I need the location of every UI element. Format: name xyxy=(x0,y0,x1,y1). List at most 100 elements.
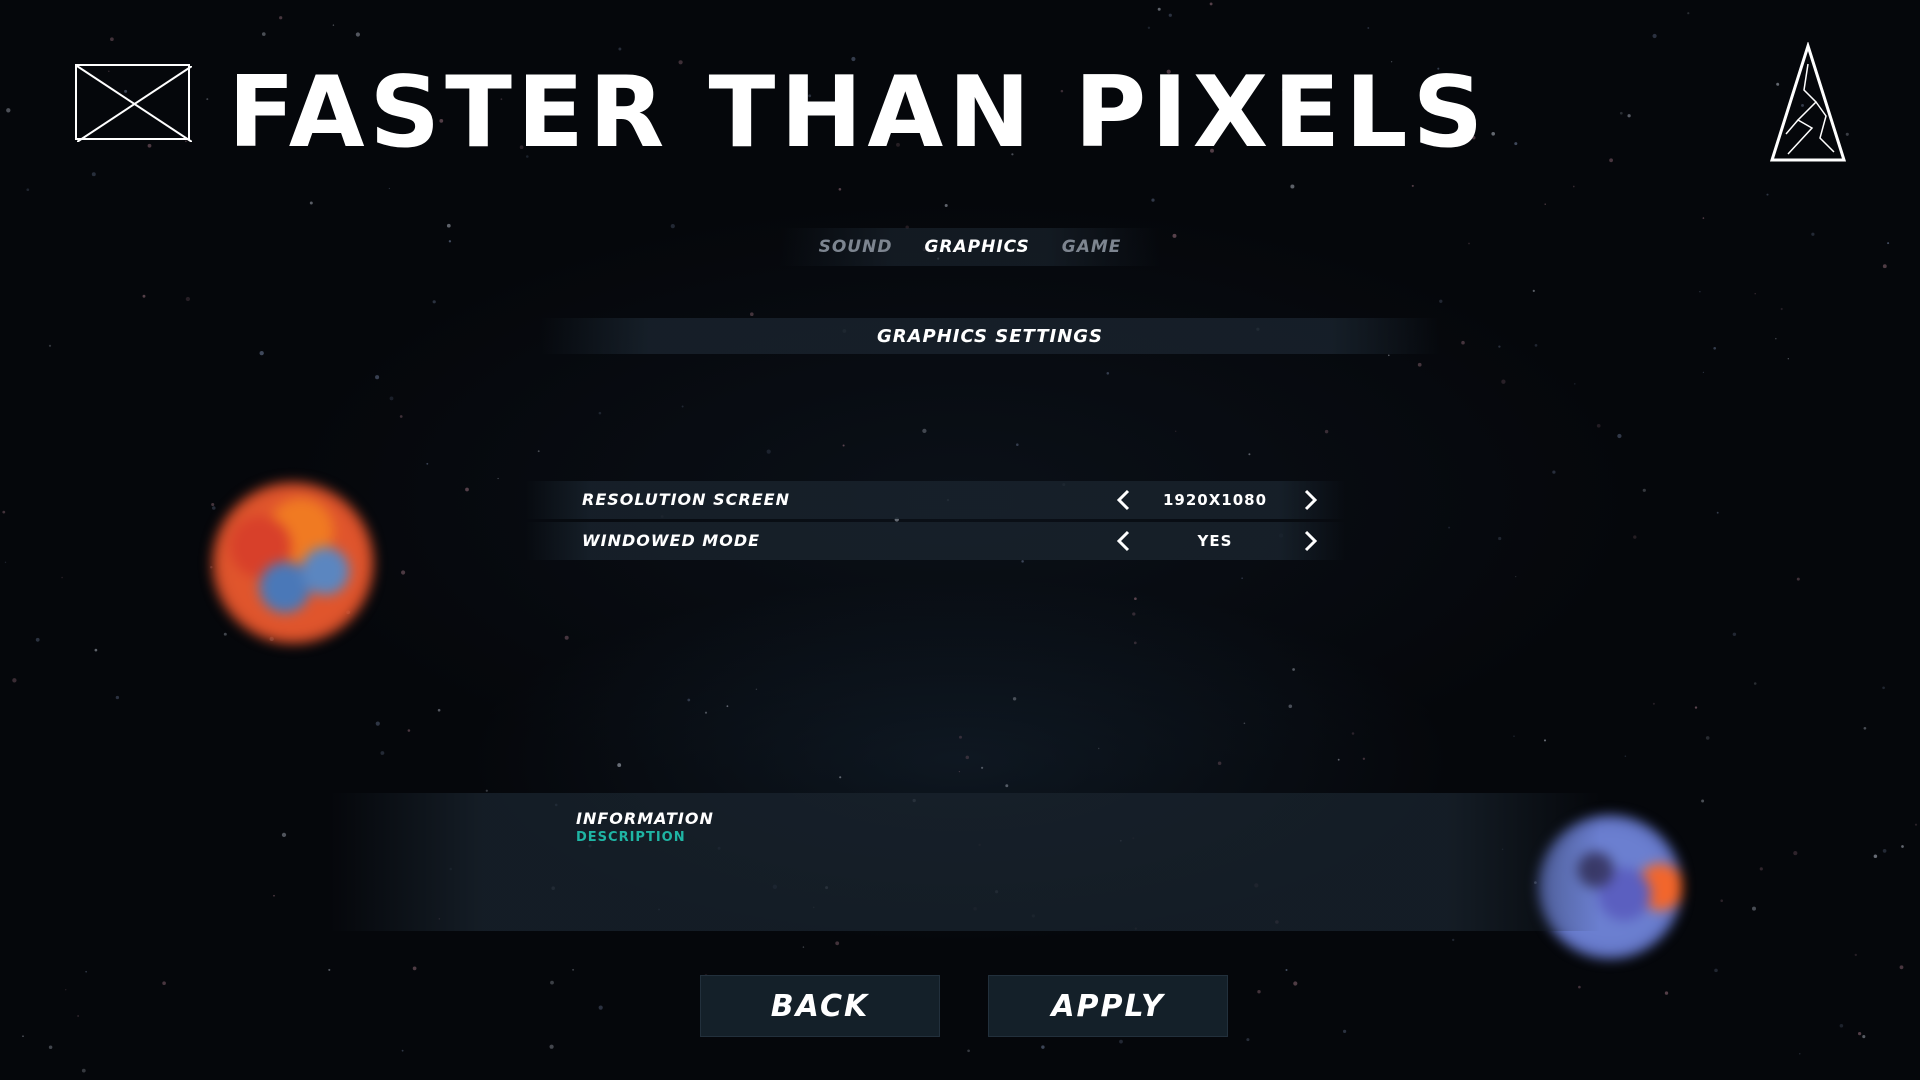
star xyxy=(1119,1039,1123,1044)
star xyxy=(944,203,948,208)
star xyxy=(1041,1045,1045,1049)
star xyxy=(1759,867,1763,871)
star xyxy=(1882,849,1887,853)
tab-game[interactable]: GAME xyxy=(1046,237,1138,257)
star xyxy=(1209,2,1213,6)
star xyxy=(1873,854,1878,858)
star xyxy=(1702,371,1705,374)
star xyxy=(1914,823,1918,826)
star xyxy=(1134,597,1137,601)
star xyxy=(1097,747,1100,750)
star xyxy=(1705,736,1710,740)
star xyxy=(1753,682,1757,685)
star xyxy=(564,635,569,640)
star xyxy=(1217,761,1222,766)
star xyxy=(1468,242,1470,245)
star xyxy=(1775,337,1777,340)
star xyxy=(1652,702,1655,705)
star xyxy=(1246,1038,1250,1042)
star xyxy=(549,1044,554,1049)
star xyxy=(838,187,842,191)
star xyxy=(1780,307,1783,311)
chevron-right-icon[interactable] xyxy=(1297,529,1321,553)
star xyxy=(1172,233,1177,238)
star xyxy=(375,721,380,726)
star xyxy=(1417,362,1422,367)
chevron-left-icon[interactable] xyxy=(1113,488,1137,512)
star xyxy=(1288,704,1293,709)
star xyxy=(1572,185,1575,188)
star xyxy=(1882,686,1885,690)
star xyxy=(1515,575,1517,578)
star xyxy=(61,576,63,579)
star xyxy=(1578,985,1581,989)
star xyxy=(1544,203,1546,205)
star xyxy=(1498,345,1501,348)
star xyxy=(1701,799,1705,803)
information-title: INFORMATION xyxy=(576,809,714,828)
setting-value: 1920X1080 xyxy=(1162,491,1268,509)
star xyxy=(115,695,120,700)
star xyxy=(1862,1035,1866,1039)
star xyxy=(64,988,67,991)
star xyxy=(412,966,417,971)
star xyxy=(388,187,391,190)
star xyxy=(206,98,209,101)
tab-sound[interactable]: SOUND xyxy=(803,237,909,257)
star xyxy=(839,776,842,779)
star xyxy=(1439,299,1443,303)
star xyxy=(1716,511,1719,514)
settings-tabs: SOUND GRAPHICS GAME xyxy=(780,228,1160,266)
star xyxy=(835,941,840,946)
star xyxy=(261,32,266,36)
star xyxy=(1752,906,1756,911)
star xyxy=(726,705,729,708)
chevron-left-icon[interactable] xyxy=(1113,529,1137,553)
star xyxy=(1754,292,1756,295)
star xyxy=(12,678,17,683)
star xyxy=(375,375,380,380)
star xyxy=(94,648,98,652)
game-title: FASTER THAN PIXELS xyxy=(228,56,1489,170)
star xyxy=(1811,232,1815,236)
setting-label: WINDOWED MODE xyxy=(582,531,761,550)
star xyxy=(211,502,215,507)
tab-graphics[interactable]: GRAPHICS xyxy=(908,237,1045,257)
star xyxy=(446,223,451,228)
star xyxy=(1796,577,1800,581)
star xyxy=(755,688,758,690)
star xyxy=(1787,358,1789,360)
star xyxy=(1664,991,1669,995)
setting-row-resolution: RESOLUTION SCREEN 1920X1080 xyxy=(525,481,1345,519)
star xyxy=(802,946,805,948)
star xyxy=(1642,488,1646,492)
star xyxy=(1133,641,1137,645)
star xyxy=(1388,354,1390,357)
star xyxy=(497,477,499,480)
star xyxy=(1766,193,1769,196)
star xyxy=(1534,344,1538,347)
star xyxy=(1863,726,1867,730)
star xyxy=(1343,1029,1347,1033)
star xyxy=(1175,430,1177,432)
star xyxy=(48,344,52,347)
star xyxy=(1351,732,1355,735)
star xyxy=(1501,379,1506,384)
star xyxy=(1652,33,1657,39)
star xyxy=(958,770,961,773)
apply-button[interactable]: APPLY xyxy=(988,975,1228,1037)
chevron-right-icon[interactable] xyxy=(1297,488,1321,512)
star xyxy=(965,755,970,760)
star xyxy=(91,172,96,177)
star xyxy=(332,24,335,26)
star xyxy=(1532,289,1535,293)
star xyxy=(681,405,684,408)
star xyxy=(1713,346,1717,350)
star xyxy=(537,450,540,453)
star xyxy=(1132,612,1136,616)
star xyxy=(572,968,575,971)
star xyxy=(48,1045,53,1049)
star xyxy=(212,506,216,510)
star xyxy=(1157,7,1161,11)
back-button[interactable]: BACK xyxy=(700,975,940,1037)
